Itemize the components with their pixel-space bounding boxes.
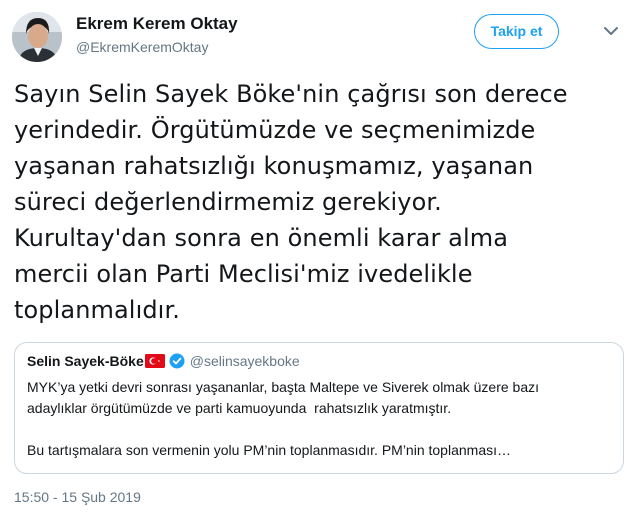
author-handle[interactable]: @EkremKeremOktay (76, 39, 208, 55)
profile-photo-icon (12, 12, 62, 62)
quoted-tweet-card[interactable]: Selin Sayek-Böke @selinsayekboke MYK’ya … (14, 342, 624, 474)
quoted-tweet-header: Selin Sayek-Böke @selinsayekboke (27, 353, 300, 369)
quoted-author-handle: @selinsayekboke (189, 353, 300, 369)
tweet-text-line: Kurultay'dan sonra en önemli karar alma (14, 224, 509, 252)
follow-button[interactable]: Takip et (474, 14, 559, 49)
tweet-timestamp[interactable]: 15:50 - 15 Şub 2019 (14, 489, 141, 505)
tweet-text-line: yaşanan rahatsızlığı konuşmamız, yaşanan (14, 152, 534, 180)
tweet-text-line: yerindedir. Örgütümüzde ve seçmenimizde (14, 116, 536, 144)
quoted-text-line: MYK’ya yetki devri sonrası yaşananlar, b… (27, 379, 540, 395)
chevron-down-icon[interactable] (604, 26, 618, 36)
quoted-text-line: Bu tartışmalara son vermenin yolu PM’nin… (27, 442, 511, 458)
tweet-text-line: Sayın Selin Sayek Böke'nin çağrısı son d… (14, 80, 568, 108)
quoted-tweet-text: MYK’ya yetki devri sonrası yaşananlar, b… (27, 377, 617, 461)
turkey-flag-icon (144, 354, 165, 368)
avatar[interactable] (12, 12, 62, 62)
tweet-text: Sayın Selin Sayek Böke'nin çağrısı son d… (14, 76, 614, 328)
tweet-text-line: süreci değerlendirmemiz gerekiyor. (14, 188, 442, 216)
tweet-text-line: toplanmalıdır. (14, 296, 180, 324)
quoted-author-name: Selin Sayek-Böke (27, 353, 144, 369)
tweet-text-line: mercii olan Parti Meclisi'miz ivedelikle (14, 260, 473, 288)
verified-badge-icon (169, 353, 185, 369)
author-display-name[interactable]: Ekrem Kerem Oktay (76, 14, 238, 34)
quoted-text-line: adaylıklar örgütümüzde ve parti kamuoyun… (27, 400, 452, 416)
